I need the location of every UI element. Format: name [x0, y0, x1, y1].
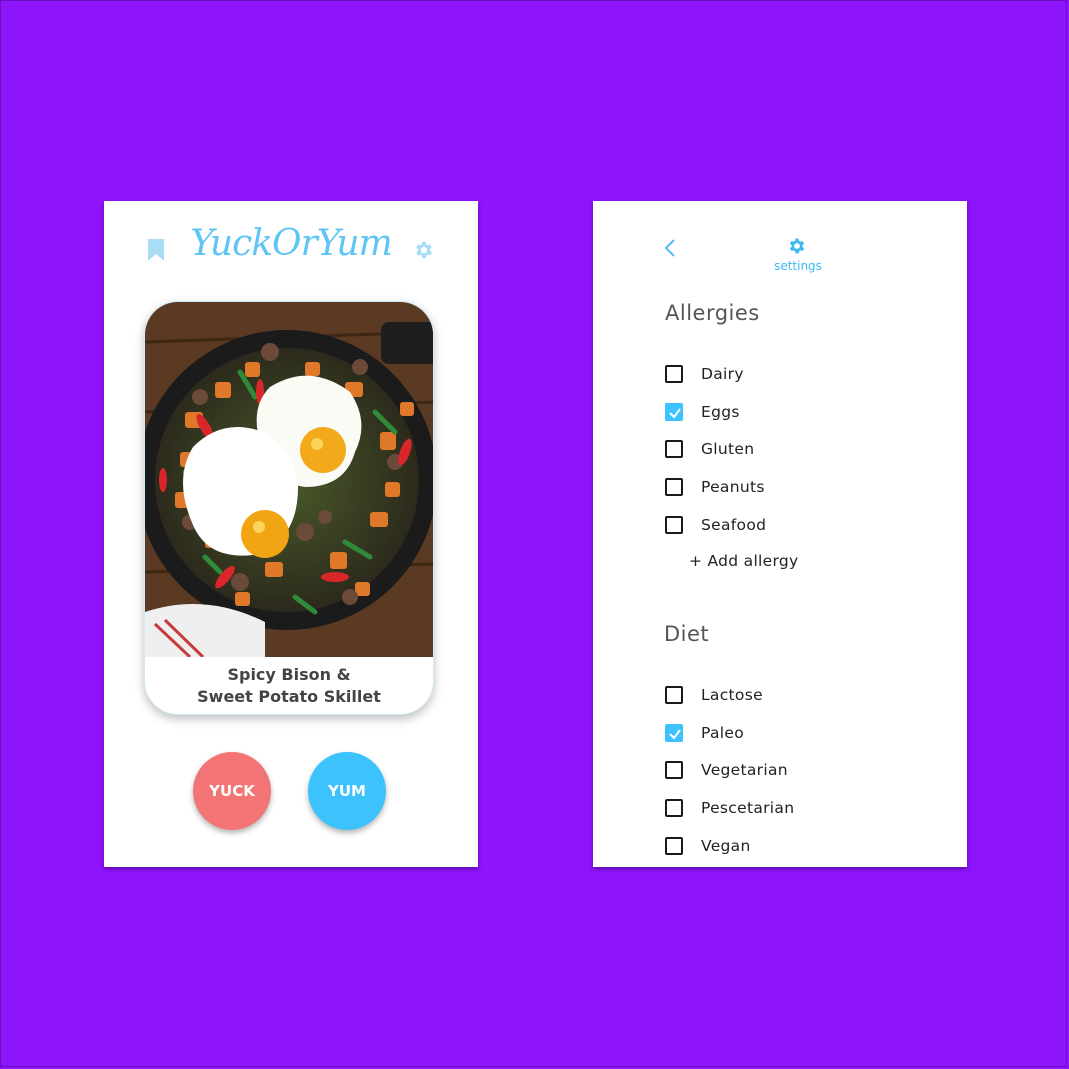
checkbox-vegetarian[interactable] [665, 761, 683, 779]
option-label: Vegetarian [701, 761, 788, 779]
option-label: Vegan [701, 837, 751, 855]
yum-button[interactable]: YUM [308, 752, 386, 830]
allergy-option-gluten[interactable]: Gluten [665, 437, 754, 461]
main-screen: YuckOrYum Spicy Bison & Sweet Potato Ski… [104, 201, 478, 867]
allergies-title: Allergies [665, 301, 760, 325]
dish-name-line2: Sweet Potato Skillet [197, 687, 381, 706]
food-photo [145, 302, 433, 657]
checkbox-vegan[interactable] [665, 837, 683, 855]
checkbox-pescetarian[interactable] [665, 799, 683, 817]
option-label: Lactose [701, 686, 763, 704]
diet-title: Diet [664, 622, 710, 646]
allergy-option-peanuts[interactable]: Peanuts [665, 475, 765, 499]
option-label: Pescetarian [701, 799, 795, 817]
checkbox-seafood[interactable] [665, 516, 683, 534]
option-label: Peanuts [701, 478, 765, 496]
dish-name-line1: Spicy Bison & [227, 665, 351, 684]
diet-option-pescetarian[interactable]: Pescetarian [665, 796, 794, 820]
checkmark-icon [669, 729, 681, 740]
option-label: Paleo [701, 724, 744, 742]
gear-icon[interactable] [413, 239, 435, 261]
checkbox-lactose[interactable] [665, 686, 683, 704]
settings-header-label: settings [774, 259, 822, 273]
option-label: Dairy [701, 365, 744, 383]
dish-name: Spicy Bison & Sweet Potato Skillet [145, 664, 433, 708]
checkbox-dairy[interactable] [665, 365, 683, 383]
checkbox-eggs[interactable] [665, 403, 683, 421]
option-label: Eggs [701, 403, 740, 421]
gear-icon [789, 238, 805, 254]
add-allergy-link[interactable]: + Add allergy [689, 552, 799, 570]
settings-screen: settings Allergies Dairy Eggs Gluten Pea… [593, 201, 967, 867]
yuck-button[interactable]: YUCK [193, 752, 271, 830]
allergy-option-seafood[interactable]: Seafood [665, 513, 766, 537]
option-label: Seafood [701, 516, 767, 534]
diet-option-paleo[interactable]: Paleo [665, 721, 744, 745]
checkbox-peanuts[interactable] [665, 478, 683, 496]
checkmark-icon [669, 408, 681, 419]
allergy-option-eggs[interactable]: Eggs [665, 400, 740, 424]
diet-option-lactose[interactable]: Lactose [665, 683, 763, 707]
diet-option-vegan[interactable]: Vegan [665, 834, 751, 858]
checkbox-paleo[interactable] [665, 724, 683, 742]
chevron-left-icon[interactable] [663, 238, 677, 258]
allergy-option-dairy[interactable]: Dairy [665, 362, 744, 386]
option-label: Gluten [701, 440, 755, 458]
recipe-card[interactable]: Spicy Bison & Sweet Potato Skillet [144, 301, 434, 715]
diet-option-vegetarian[interactable]: Vegetarian [665, 758, 788, 782]
checkbox-gluten[interactable] [665, 440, 683, 458]
